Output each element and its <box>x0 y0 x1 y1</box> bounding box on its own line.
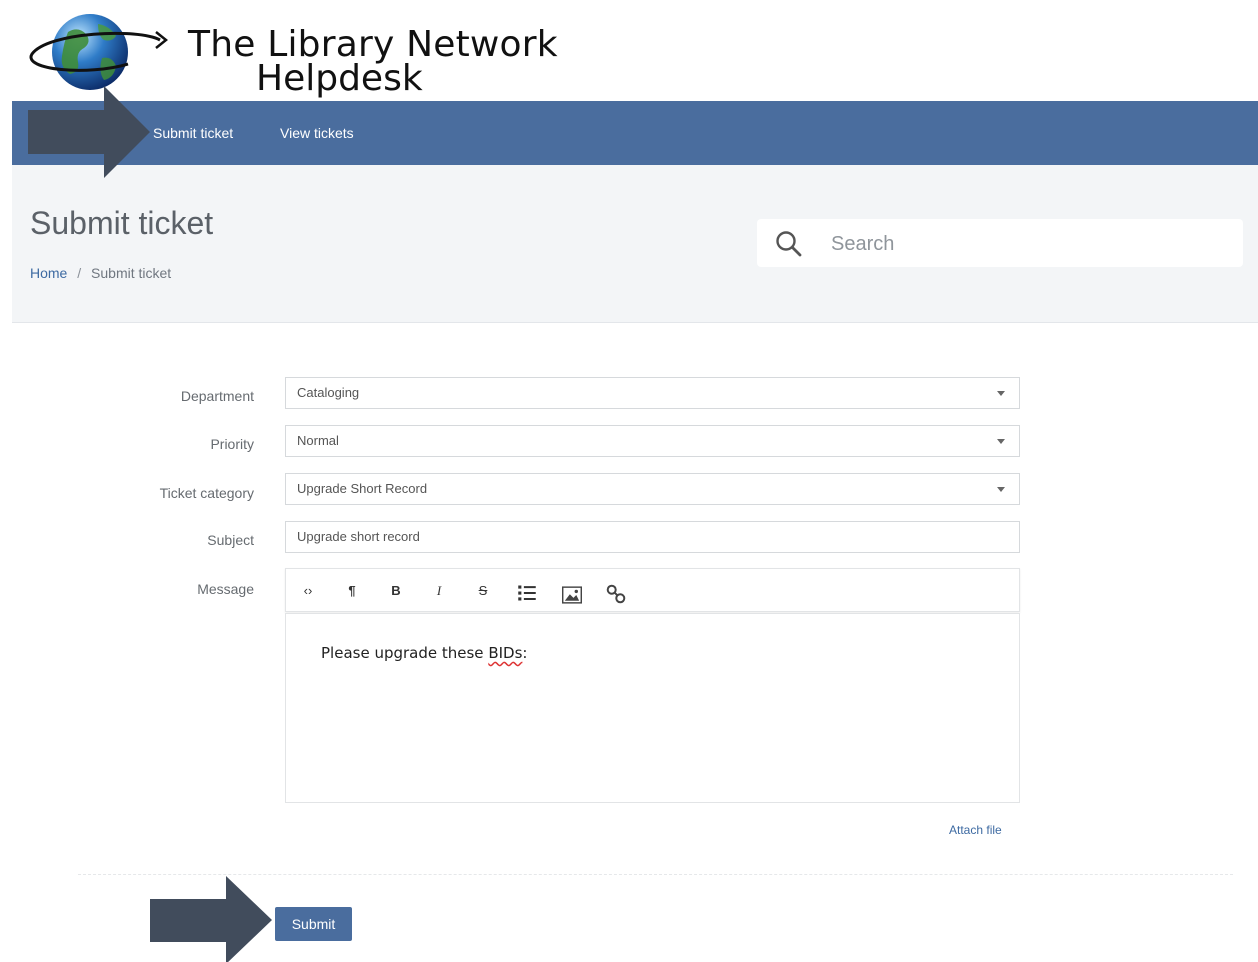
priority-select[interactable]: Normal <box>285 425 1020 457</box>
department-value: Cataloging <box>297 385 360 400</box>
annotation-arrow-icon <box>28 86 150 178</box>
subject-value: Upgrade short record <box>297 529 420 544</box>
search-input[interactable] <box>829 227 1223 261</box>
search-icon[interactable] <box>775 230 803 258</box>
priority-value: Normal <box>297 433 339 448</box>
breadcrumb-current: Submit ticket <box>91 265 172 281</box>
message-text: Please upgrade these BIDs: <box>321 644 528 662</box>
submit-button[interactable]: Submit <box>275 907 352 941</box>
chevron-down-icon <box>997 391 1005 396</box>
image-icon[interactable] <box>562 585 582 605</box>
misspelled-word: BIDs <box>488 644 523 662</box>
message-editor[interactable]: Please upgrade these BIDs: <box>285 613 1020 803</box>
attach-file-link[interactable]: Attach file <box>949 823 1002 837</box>
page-header: Submit ticket Home / Submit ticket <box>12 165 1258 323</box>
subject-input[interactable]: Upgrade short record <box>285 521 1020 553</box>
paragraph-format-icon[interactable]: ¶ <box>342 581 362 601</box>
breadcrumb-separator: / <box>77 265 82 281</box>
ticket-category-value: Upgrade Short Record <box>297 481 428 496</box>
priority-label: Priority <box>210 436 254 452</box>
nav-view-tickets[interactable]: View tickets <box>280 125 354 141</box>
page-title: Submit ticket <box>30 205 214 241</box>
bold-icon[interactable]: B <box>386 581 406 601</box>
link-icon[interactable] <box>606 584 626 604</box>
breadcrumb: Home / Submit ticket <box>30 265 171 281</box>
ticket-category-label: Ticket category <box>159 485 254 501</box>
bullet-list-icon[interactable] <box>517 583 537 603</box>
nav-submit-ticket[interactable]: Submit ticket <box>153 125 233 141</box>
editor-toolbar: ‹› ¶ B I S <box>285 568 1020 612</box>
annotation-arrow-icon <box>150 876 272 962</box>
form-divider <box>78 874 1233 875</box>
department-select[interactable]: Cataloging <box>285 377 1020 409</box>
message-label: Message <box>197 581 254 597</box>
breadcrumb-home-link[interactable]: Home <box>30 265 67 281</box>
strikethrough-icon[interactable]: S <box>473 581 493 601</box>
subject-label: Subject <box>207 532 254 548</box>
code-view-icon[interactable]: ‹› <box>298 581 318 601</box>
ticket-category-select[interactable]: Upgrade Short Record <box>285 473 1020 505</box>
search-box[interactable] <box>757 219 1243 267</box>
logo-subtitle: Helpdesk <box>256 58 423 99</box>
italic-icon[interactable]: I <box>429 581 449 601</box>
chevron-down-icon <box>997 439 1005 444</box>
top-navbar: Submit ticket View tickets <box>12 101 1258 165</box>
department-label: Department <box>180 388 254 404</box>
chevron-down-icon <box>997 487 1005 492</box>
